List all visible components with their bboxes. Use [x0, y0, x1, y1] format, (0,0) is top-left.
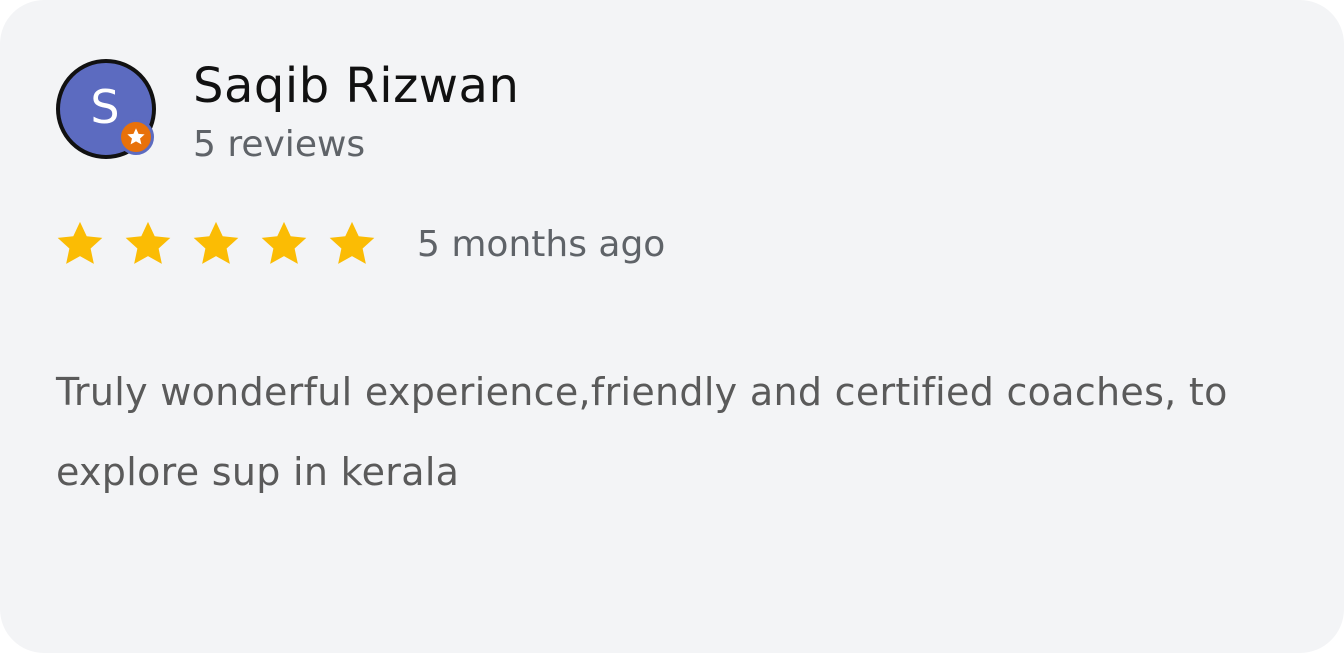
reviewer-review-count: 5 reviews: [193, 124, 366, 165]
star-icon: [125, 221, 171, 264]
avatar-initial: S: [90, 80, 120, 134]
star-icon: [329, 221, 375, 264]
review-date: 5 months ago: [417, 224, 666, 265]
review-card: S Saqib Rizwan 5 reviews 5 months ago Tr…: [0, 0, 1344, 653]
reviewer-name[interactable]: Saqib Rizwan: [193, 58, 519, 114]
star-rating: [54, 218, 378, 270]
star-icon: [57, 221, 103, 264]
star-icon: [261, 221, 307, 264]
reviewer-avatar-wrapper[interactable]: S: [56, 59, 156, 159]
local-guide-badge: [118, 119, 154, 155]
star-icon: [193, 221, 239, 264]
review-text: Truly wonderful experience,friendly and …: [56, 370, 1228, 494]
local-guide-star-icon: [127, 128, 145, 145]
